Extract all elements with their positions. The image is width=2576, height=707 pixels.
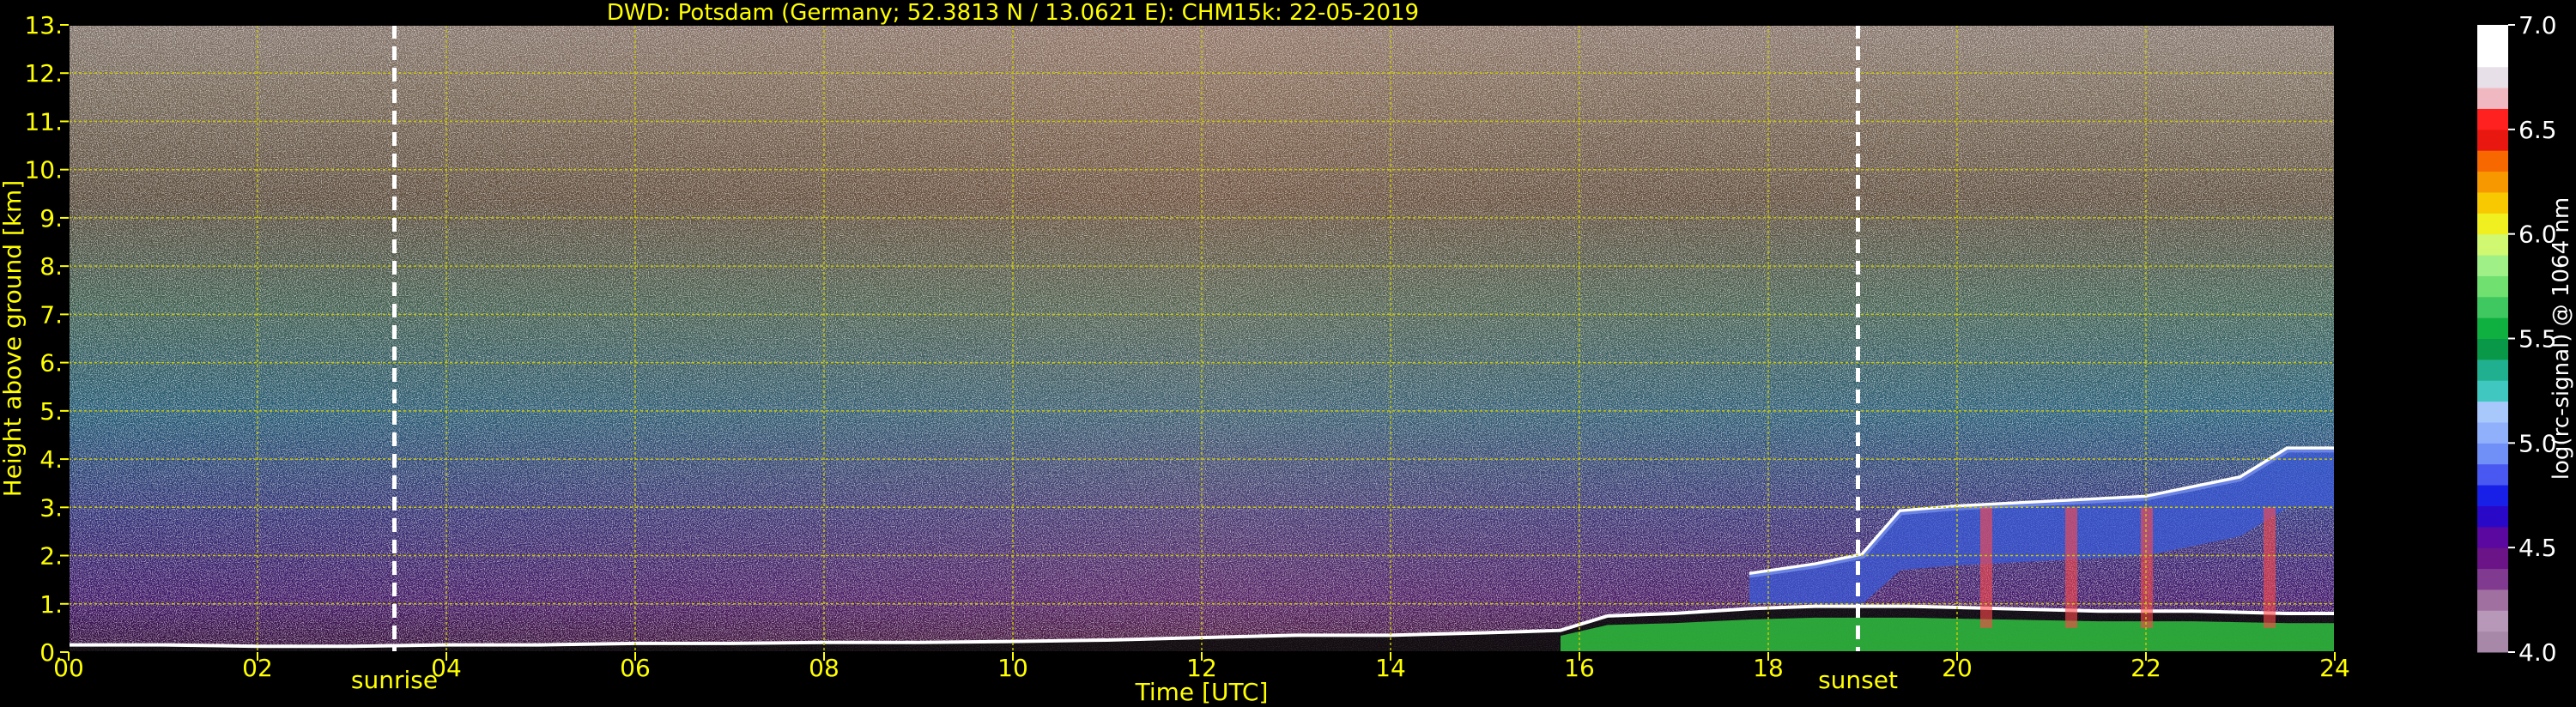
precipitation-streak bbox=[2065, 507, 2077, 628]
colorbar-tick-label: 4.0 bbox=[2518, 638, 2557, 667]
colorbar-segment bbox=[2477, 547, 2508, 570]
colorbar-segment bbox=[2477, 380, 2508, 402]
y-tick-label: 2. bbox=[39, 542, 63, 571]
colorbar-segment bbox=[2477, 171, 2508, 193]
x-tick-label: 08 bbox=[809, 654, 839, 682]
colorbar-segment bbox=[2477, 317, 2508, 339]
x-tick-label: 16 bbox=[1564, 654, 1595, 682]
colorbar-tick-label: 6.5 bbox=[2518, 116, 2557, 144]
colorbar-segment bbox=[2477, 610, 2508, 632]
precipitation-streak bbox=[2141, 507, 2153, 628]
colorbar-segment bbox=[2477, 275, 2508, 298]
y-tick-label: 4. bbox=[39, 445, 63, 474]
colorbar-segment bbox=[2477, 191, 2508, 214]
colorbar-segment bbox=[2477, 296, 2508, 318]
precipitation-streak bbox=[1980, 507, 1992, 628]
y-tick-label: 7. bbox=[39, 300, 63, 329]
colorbar-segment bbox=[2477, 255, 2508, 276]
y-tick-label: 9. bbox=[39, 204, 63, 233]
y-tick-label: 10. bbox=[24, 156, 63, 184]
colorbar-segment bbox=[2477, 66, 2508, 88]
colorbar-segment bbox=[2477, 631, 2508, 653]
colorbar-segment bbox=[2477, 108, 2508, 130]
y-tick-label: 0. bbox=[39, 638, 63, 667]
x-tick-label: 20 bbox=[1942, 654, 1973, 682]
y-tick-label: 11. bbox=[24, 107, 63, 136]
colorbar-segment bbox=[2477, 233, 2508, 256]
x-tick-label: 10 bbox=[997, 654, 1028, 682]
colorbar-tick-label: 7.0 bbox=[2518, 11, 2557, 39]
sun-marker-labels: sunrise sunset bbox=[351, 666, 1898, 694]
colorbar-segment bbox=[2477, 359, 2508, 381]
sunset-label: sunset bbox=[1818, 666, 1898, 694]
colorbar-segment bbox=[2477, 45, 2508, 68]
colorbar-segment bbox=[2477, 401, 2508, 423]
x-axis-label: Time [UTC] bbox=[1135, 678, 1269, 706]
colorbar-segment bbox=[2477, 421, 2508, 444]
colorbar-segment bbox=[2477, 568, 2508, 590]
x-tick-label: 02 bbox=[242, 654, 273, 682]
chart-title: DWD: Potsdam (Germany; 52.3813 N / 13.06… bbox=[607, 0, 1419, 26]
sunrise-label: sunrise bbox=[351, 666, 438, 694]
colorbar-segment bbox=[2477, 213, 2508, 235]
colorbar-segment bbox=[2477, 129, 2508, 151]
x-tick-label: 06 bbox=[620, 654, 651, 682]
colorbar-tick-label: 4.5 bbox=[2518, 534, 2557, 562]
colorbar-segment bbox=[2477, 338, 2508, 360]
y-axis-ticks: 0. 1. 2. 3. 4. 5. 6. 7. 8. 9. 10. 11. 12. 13. bbox=[24, 11, 69, 667]
colorbar-segment bbox=[2477, 485, 2508, 506]
colorbar-segment bbox=[2477, 150, 2508, 172]
colorbar-segment bbox=[2477, 25, 2508, 46]
y-tick-label: 6. bbox=[39, 349, 63, 378]
x-tick-label: 24 bbox=[2319, 654, 2350, 682]
y-axis-label: Height above ground [km] bbox=[0, 180, 27, 498]
x-tick-label: 14 bbox=[1375, 654, 1406, 682]
x-tick-label: 18 bbox=[1753, 654, 1784, 682]
y-tick-label: 3. bbox=[39, 493, 63, 522]
lidar-quicklook-chart: 00 02 04 06 08 10 12 14 16 18 20 22 24 0.1.2.3.4.5.6… bbox=[0, 0, 2574, 706]
colorbar bbox=[2477, 25, 2508, 653]
precipitation-streak bbox=[2264, 507, 2276, 628]
colorbar-segment bbox=[2477, 526, 2508, 548]
y-tick-label: 13. bbox=[24, 11, 63, 39]
y-tick-label: 8. bbox=[39, 252, 63, 281]
colorbar-segment bbox=[2477, 88, 2508, 109]
y-tick-label: 12. bbox=[24, 59, 63, 88]
x-tick-label: 22 bbox=[2131, 654, 2161, 682]
y-tick-label: 1. bbox=[39, 590, 63, 619]
colorbar-segment bbox=[2477, 505, 2508, 528]
colorbar-segment bbox=[2477, 589, 2508, 611]
colorbar-label: log(rc-signal) @ 1064 nm bbox=[2549, 197, 2574, 480]
y-tick-label: 5. bbox=[39, 397, 63, 426]
colorbar-segment bbox=[2477, 463, 2508, 486]
colorbar-segment bbox=[2477, 443, 2508, 465]
